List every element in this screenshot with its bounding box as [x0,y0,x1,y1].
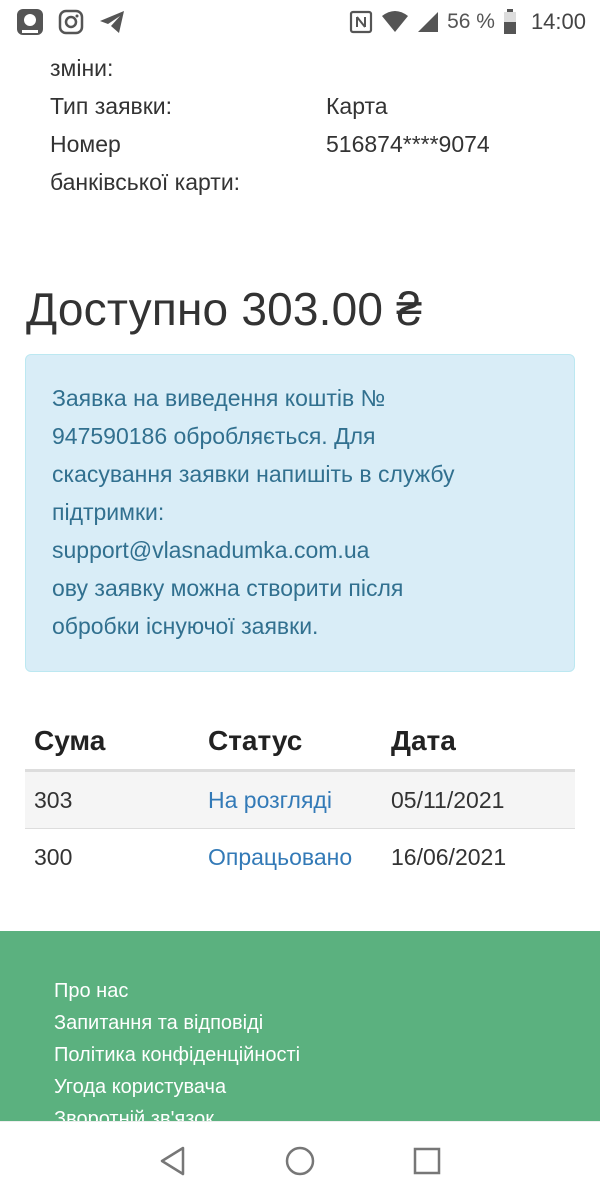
support-email-link[interactable]: support@vlasnadumka.com.ua [52,531,548,569]
wifi-icon [381,10,409,34]
footer-link-faq[interactable]: Запитання та відповіді [54,1007,546,1039]
page-content: зміни: Тип заявки: Карта Номер 516874***… [0,0,600,1121]
status-bar: 56 % 14:00 [0,0,600,44]
system-nav-bar [0,1121,600,1199]
status-time: 14:00 [530,9,586,34]
cell-sum: 300 [34,844,73,870]
header-sum: Сума [34,724,106,756]
instagram-icon [58,9,84,35]
available-balance: Доступно 303.00 ₴ [26,283,422,335]
cell-date: 16/06/2021 [391,844,507,870]
app-icon [16,8,44,36]
back-icon[interactable] [153,1141,193,1181]
alert-line: ову заявку можна створити після [52,575,404,601]
footer-link-about[interactable]: Про нас [54,975,546,1007]
alert-line: скасування заявки напишіть в службу [52,461,455,487]
footer-link-privacy[interactable]: Політика конфіденційності [54,1039,546,1071]
recents-icon[interactable] [407,1141,447,1181]
battery-percent: 56 % [447,10,495,33]
battery-icon [503,9,517,35]
nfc-icon [349,10,373,34]
card-label-line1: Номер [50,131,121,157]
alert-line: 947590186 обробляється. Для [52,423,376,449]
card-label-line2: банківської карти: [50,169,241,195]
type-value: Карта [326,93,388,119]
footer-link-terms[interactable]: Угода користувача [54,1071,546,1103]
cell-status-link[interactable]: На розгляді [208,787,391,814]
withdrawals-table: Сума Статус Дата 303 На розгляді 05/11/2… [25,712,575,886]
table-row: 300 Опрацьовано 16/06/2021 [25,829,575,886]
telegram-icon [98,9,126,35]
cell-date: 05/11/2021 [391,786,505,813]
type-label: Тип заявки: [50,93,173,119]
footer-link-feedback[interactable]: Зворотній зв'язок [54,1103,546,1121]
card-value: 516874****9074 [326,131,490,157]
alert-line: Заявка на виведення коштів № [52,385,386,411]
cell-status-link[interactable]: Опрацьовано [208,844,391,871]
alert-line: підтримки: [52,499,165,525]
change-label: зміни: [50,55,114,81]
alert-line: обробки існуючої заявки. [52,613,319,639]
home-icon[interactable] [280,1141,320,1181]
withdrawal-alert: Заявка на виведення коштів № 947590186 о… [25,354,575,672]
header-status: Статус [208,724,303,756]
footer: Про нас Запитання та відповіді Політика … [0,931,600,1121]
cell-sum: 303 [34,786,73,813]
signal-icon [417,11,439,33]
table-row: 303 На розгляді 05/11/2021 [25,772,575,829]
header-date: Дата [391,724,456,756]
table-header: Сума Статус Дата [25,712,575,772]
